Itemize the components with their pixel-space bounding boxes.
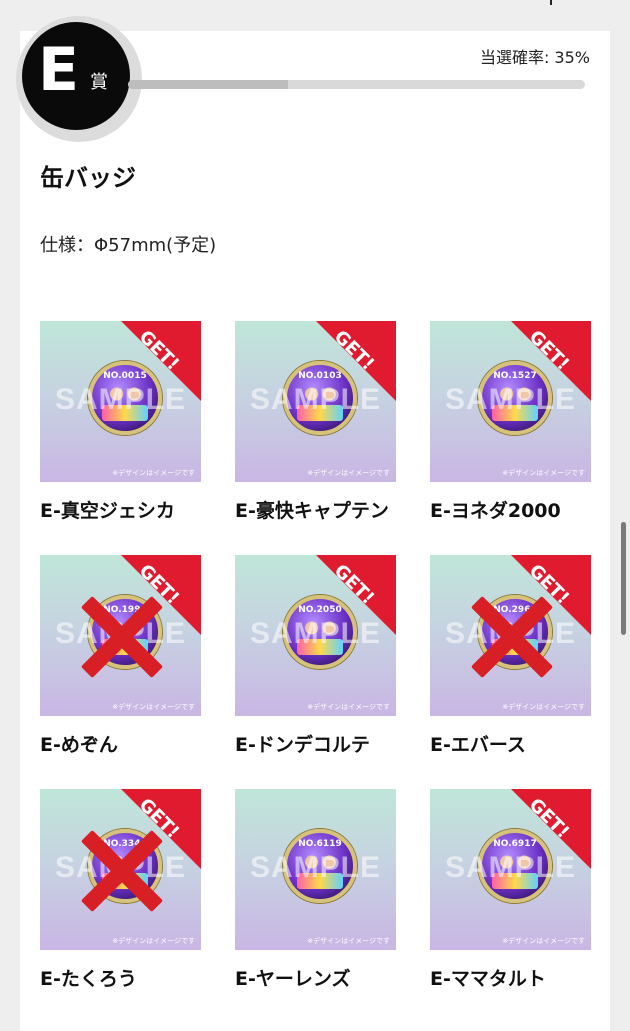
prize-suffix: 賞 [90, 72, 108, 93]
badge-name: E-めぞん [40, 734, 118, 756]
badge-name: E-ヨネダ2000 [430, 500, 561, 522]
badge-item[interactable]: NO.0103 SAMPLE ※デザインはイメージです GET! E-豪快キャプテン [235, 321, 415, 523]
badge-name: E-ママタルト [430, 968, 546, 990]
design-note: ※デザインはイメージです [307, 703, 390, 711]
badge-thumbnail[interactable]: NO.3344 SAMPLE ※デザインはイメージです GET! [40, 789, 201, 950]
badge-thumbnail[interactable]: NO.6119 SAMPLE ※デザインはイメージです [235, 789, 396, 950]
badge-name: E-ドンデコルテ [235, 734, 370, 756]
badge-name: E-豪快キャプテン [235, 500, 389, 522]
badge-item[interactable]: NO.2963 SAMPLE ※デザインはイメージです GET! E-エバース [430, 555, 610, 757]
design-note: ※デザインはイメージです [502, 703, 585, 711]
badge-thumbnail[interactable]: NO.6917 SAMPLE ※デザインはイメージです GET! [430, 789, 591, 950]
design-note: ※デザインはイメージです [112, 703, 195, 711]
badge-item[interactable]: NO.6119 SAMPLE ※デザインはイメージです E-ヤーレンズ [235, 789, 415, 991]
badge-name: E-真空ジェシカ [40, 500, 175, 522]
win-rate-bar-fill [128, 80, 288, 89]
design-note: ※デザインはイメージです [112, 937, 195, 945]
badge-item[interactable]: NO.2050 SAMPLE ※デザインはイメージです GET! E-ドンデコルテ [235, 555, 415, 757]
product-spec: 仕様：Φ57mm(予定) [40, 235, 217, 256]
badge-item[interactable]: NO.1527 SAMPLE ※デザインはイメージです GET! E-ヨネダ2000 [430, 321, 610, 523]
badge-thumbnail[interactable]: NO.2050 SAMPLE ※デザインはイメージです GET! [235, 555, 396, 716]
prize-letter: E [38, 35, 79, 105]
prize-badge: E 賞 [22, 22, 130, 130]
badge-item[interactable]: NO.6917 SAMPLE ※デザインはイメージです GET! E-ママタルト [430, 789, 610, 991]
win-rate-text: 当選確率: 35% [479, 48, 590, 67]
product-title: 缶バッジ [40, 164, 136, 192]
win-rate-bar [128, 80, 585, 89]
badge-thumbnail[interactable]: NO.1527 SAMPLE ※デザインはイメージです GET! [430, 321, 591, 482]
badge-name: E-たくろう [40, 968, 137, 990]
design-note: ※デザインはイメージです [502, 469, 585, 477]
sample-watermark: SAMPLE [249, 851, 381, 884]
design-note: ※デザインはイメージです [112, 469, 195, 477]
badge-thumbnail[interactable]: NO.0015 SAMPLE ※デザインはイメージです GET! [40, 321, 201, 482]
badge-item[interactable]: NO.1998 SAMPLE ※デザインはイメージです GET! E-めぞん [40, 555, 220, 757]
badge-item[interactable]: NO.3344 SAMPLE ※デザインはイメージです GET! E-たくろう [40, 789, 220, 991]
badge-name: E-エバース [430, 734, 526, 756]
badge-item[interactable]: NO.0015 SAMPLE ※デザインはイメージです GET! E-真空ジェシカ [40, 321, 220, 523]
design-note: ※デザインはイメージです [307, 469, 390, 477]
badge-thumbnail[interactable]: NO.0103 SAMPLE ※デザインはイメージです GET! [235, 321, 396, 482]
scrollbar[interactable] [621, 522, 626, 635]
badge-thumbnail[interactable]: NO.1998 SAMPLE ※デザインはイメージです GET! [40, 555, 201, 716]
badge-thumbnail[interactable]: NO.2963 SAMPLE ※デザインはイメージです GET! [430, 555, 591, 716]
badge-serial-number: NO.6119 [298, 839, 342, 849]
design-note: ※デザインはイメージです [502, 937, 585, 945]
design-note: ※デザインはイメージです [307, 937, 390, 945]
badge-name: E-ヤーレンズ [235, 968, 351, 990]
top-divider [550, 0, 552, 5]
